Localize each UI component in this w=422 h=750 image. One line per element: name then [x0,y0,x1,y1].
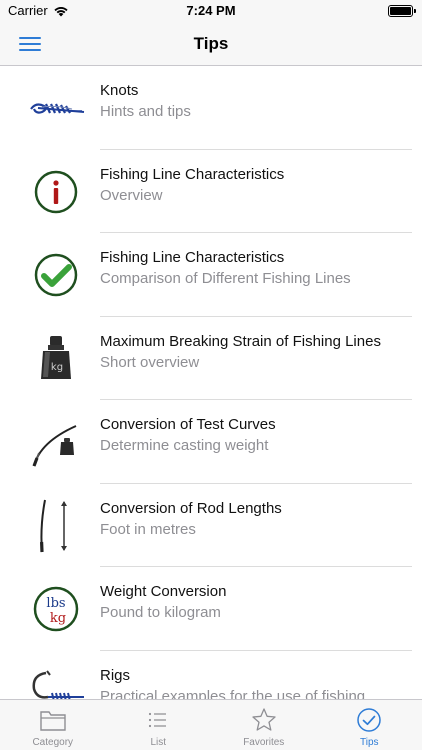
weight-icon: kg [41,335,71,379]
tab-favorites[interactable]: Favorites [211,700,317,750]
list-item-subtitle: Pound to kilogram [100,604,221,621]
list-item-title: Maximum Breaking Strain of Fishing Lines [100,332,381,350]
tab-label: Tips [359,737,379,748]
tab-label: List [150,737,167,748]
list-item-title: Weight Conversion [100,583,227,600]
rod-length-icon [40,499,67,552]
list-item-knots[interactable]: Knots Hints and tips [0,66,422,150]
checkmark-icon [34,253,78,297]
kg-text: kg [50,611,66,626]
list-item-title: Conversion of Test Curves [100,416,276,433]
list-item-title: Fishing Line Characteristics [100,249,285,266]
info-icon [34,170,78,213]
tab-list[interactable]: List [106,700,212,750]
tab-category[interactable]: Category [0,700,106,750]
list-item-subtitle: Short overview [100,353,200,371]
hook-icon [32,669,84,699]
knot-icon [30,103,85,114]
list-item-rigs[interactable]: Rigs Practical examples for the use of f… [0,651,422,700]
list-item-title: Fishing Line Characteristics [100,165,285,183]
star-icon [252,708,276,731]
list-item-subtitle: Practical examples for the use of fishin… [100,687,366,700]
list-item-breaking-strain[interactable]: kg Maximum Breaking Strain of Fishing Li… [0,317,422,400]
rod-weight-icon [32,425,77,467]
folder-icon [40,711,66,731]
list-icon [149,712,167,728]
list-item-rod-lengths[interactable]: Conversion of Rod Lengths Foot in metres [0,484,422,567]
list-item-weight-conversion[interactable]: lbs kg Weight Conversion Pound to kilogr… [0,567,422,651]
tab-label: Category [32,737,74,748]
tab-bar: Category List Favorites Tips [0,699,422,750]
list-item-line-comparison[interactable]: Fishing Line Characteristics Comparison … [0,233,422,317]
tab-label: Favorites [243,737,285,748]
status-bar: Carrier 7:24 PM [0,0,422,22]
check-circle-icon [357,708,381,732]
list-item-subtitle: Overview [100,186,163,204]
list-item-subtitle: Determine casting weight [100,437,269,454]
list-item-title: Conversion of Rod Lengths [100,499,282,517]
battery-icon [388,5,416,17]
list-item-title: Knots [100,82,139,99]
tips-list[interactable]: Knots Hints and tips Fishing Line Charac… [0,66,422,699]
list-item-test-curves[interactable]: Conversion of Test Curves Determine cast… [0,400,422,484]
status-time: 7:24 PM [186,3,236,18]
lbs-text: lbs [46,596,65,611]
tab-tips[interactable]: Tips [317,700,422,750]
list-item-line-overview[interactable]: Fishing Line Characteristics Overview [0,150,422,233]
weight-icon-text: kg [51,362,63,373]
list-item-title: Rigs [100,666,131,684]
navigation-bar: Tips [0,22,422,66]
list-item-subtitle: Comparison of Different Fishing Lines [100,270,351,287]
list-item-subtitle: Foot in metres [100,520,196,538]
page-title: Tips [193,34,229,53]
list-item-subtitle: Hints and tips [100,103,191,120]
lbs-kg-icon: lbs kg [33,586,79,632]
